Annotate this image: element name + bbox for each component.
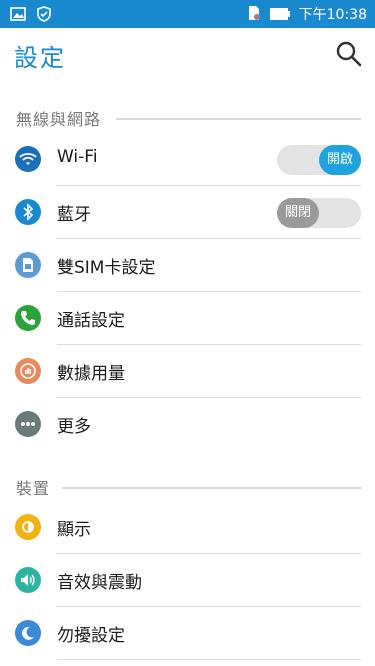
wifi-toggle[interactable]: 開啟 (277, 145, 361, 175)
settings-item-sound[interactable]: 音效與震動 (0, 554, 375, 607)
bluetooth-icon (15, 199, 41, 225)
section-divider (116, 118, 361, 120)
sound-icon (15, 567, 41, 593)
data-usage-icon (15, 358, 41, 384)
shield-icon (36, 6, 52, 26)
more-icon (15, 411, 41, 437)
settings-item-label: 更多 (57, 417, 91, 437)
section-divider (62, 487, 361, 489)
section-device: 裝置 (0, 471, 375, 499)
settings-item-call-settings[interactable]: 通話設定 (0, 292, 375, 345)
bluetooth-toggle[interactable]: 關閉 (277, 198, 361, 228)
status-time: 下午10:38 (298, 7, 367, 23)
settings-item-label: 音效與震動 (57, 573, 142, 593)
settings-item-label: 勿擾設定 (57, 626, 125, 646)
search-icon (336, 41, 362, 67)
status-left-icons (10, 6, 52, 26)
settings-item-bluetooth[interactable]: 藍牙 關閉 (0, 186, 375, 239)
section-label: 裝置 (16, 475, 57, 499)
wifi-icon (15, 146, 41, 172)
settings-item-label: Wi-Fi (57, 147, 98, 167)
section-label: 無線與網路 (16, 106, 108, 130)
sim-icon (247, 5, 261, 25)
settings-item-more[interactable]: 更多 (0, 398, 375, 451)
settings-item-label: 藍牙 (57, 205, 91, 225)
app-bar: 設定 (0, 28, 375, 84)
settings-item-data-usage[interactable]: 數據用量 (0, 345, 375, 398)
status-bar: 下午10:38 (0, 0, 375, 28)
toggle-state-label: 開啟 (319, 145, 361, 175)
settings-item-dual-sim[interactable]: 雙SIM卡設定 (0, 239, 375, 292)
image-icon (10, 6, 26, 26)
display-icon (15, 514, 41, 540)
settings-item-label: 通話設定 (57, 311, 125, 331)
section-wireless-networks: 無線與網路 (0, 102, 375, 130)
settings-item-label: 顯示 (57, 520, 91, 540)
status-right-icons: 下午10:38 (247, 5, 367, 25)
settings-item-label: 雙SIM卡設定 (57, 258, 156, 278)
settings-item-label: 數據用量 (57, 364, 125, 384)
settings-item-display[interactable]: 顯示 (0, 501, 375, 554)
toggle-state-label: 關閉 (277, 198, 319, 228)
phone-icon (15, 305, 41, 331)
settings-item-wifi[interactable]: Wi-Fi 開啟 (0, 133, 375, 186)
page-title: 設定 (14, 44, 66, 72)
row-divider (57, 659, 361, 660)
settings-item-do-not-disturb[interactable]: 勿擾設定 (0, 607, 375, 660)
search-button[interactable] (335, 40, 363, 68)
sim-card-icon (15, 252, 41, 278)
do-not-disturb-icon (15, 620, 41, 646)
battery-icon (269, 6, 291, 25)
